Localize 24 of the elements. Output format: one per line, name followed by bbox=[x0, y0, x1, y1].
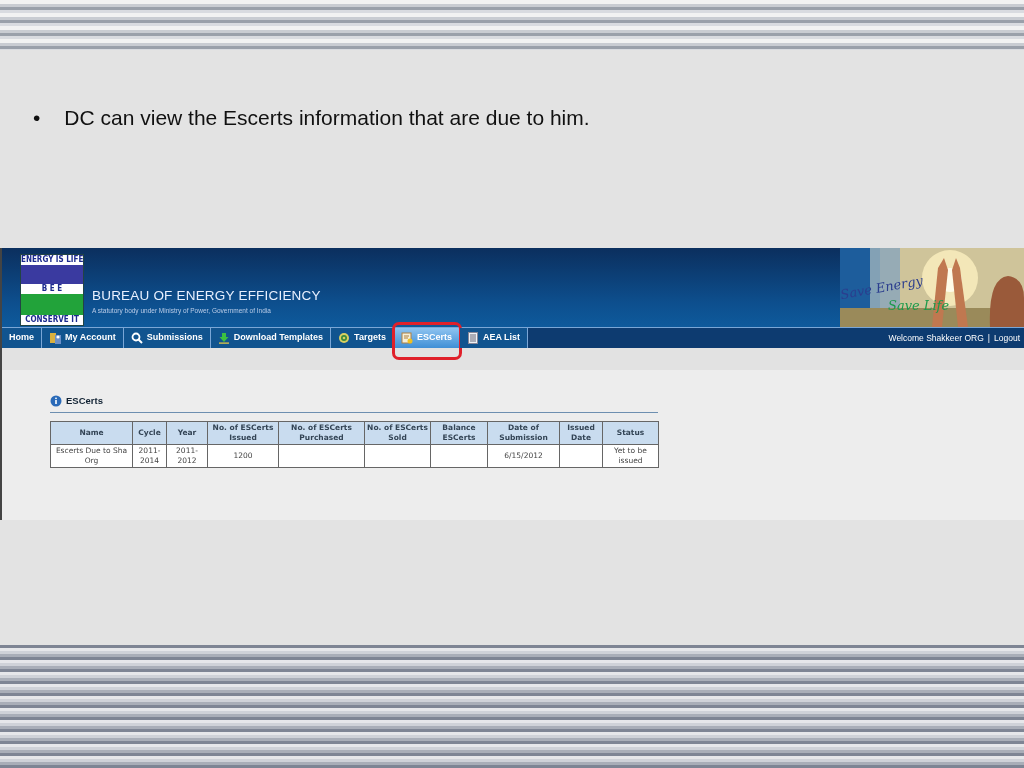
nav-tab[interactable]: AEA List bbox=[459, 328, 529, 348]
logo-text: CONSERVE IT bbox=[24, 315, 80, 325]
certificate-icon bbox=[400, 332, 413, 344]
list-icon bbox=[466, 332, 479, 344]
nav-tab[interactable]: Home bbox=[2, 328, 42, 348]
slogan: Save Life bbox=[888, 297, 950, 315]
target-icon bbox=[338, 332, 351, 344]
nav-tab[interactable]: Download Templates bbox=[210, 328, 332, 348]
download-icon bbox=[217, 332, 230, 344]
search-icon bbox=[130, 332, 143, 344]
logo-text: ENERGY IS LIFE bbox=[21, 255, 83, 265]
info-icon bbox=[50, 395, 62, 408]
logo-text: B E E bbox=[21, 284, 83, 294]
logout-link[interactable]: Logout bbox=[994, 331, 1020, 345]
section-title: ESCerts bbox=[66, 394, 103, 408]
separator: | bbox=[987, 331, 990, 345]
nav-tab[interactable]: Submissions bbox=[123, 328, 211, 348]
bullet-marker: • bbox=[33, 105, 41, 131]
nav-tab[interactable]: Targets bbox=[331, 328, 394, 348]
bullet-text: DC can view the Escerts information that are due to him. bbox=[64, 105, 590, 131]
nav-tab[interactable]: My Account bbox=[42, 328, 124, 348]
welcome-text: Welcome Shakkeer ORG bbox=[888, 331, 984, 345]
account-icon bbox=[49, 332, 61, 344]
organization-name: BUREAU OF ENERGY EFFICIENCY bbox=[92, 287, 321, 305]
